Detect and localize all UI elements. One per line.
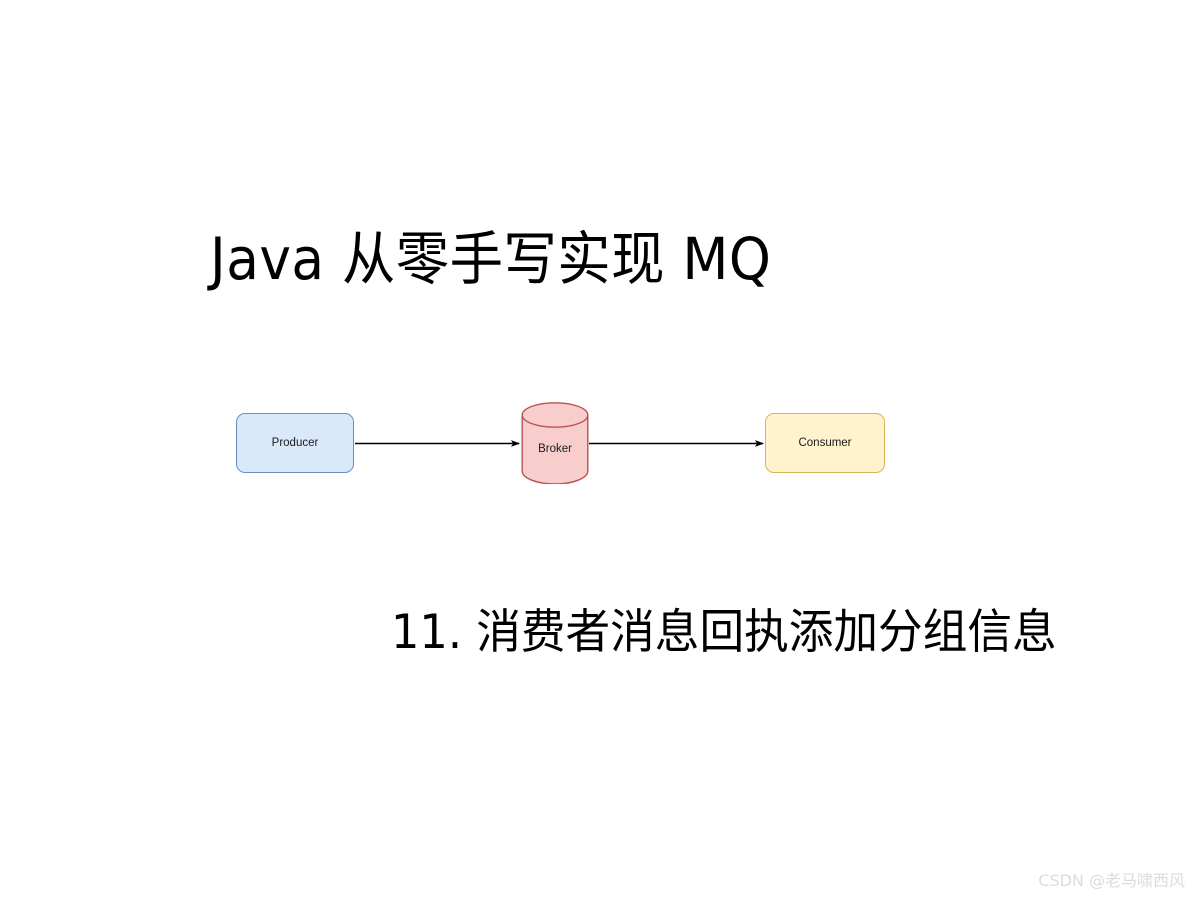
diagram-connectors [355, 440, 764, 447]
cylinder-icon [521, 402, 589, 484]
diagram-node-broker[interactable]: Broker [521, 402, 589, 484]
slide-canvas: Java 从零手写实现 MQ Producer Broker Consumer … [0, 0, 1200, 900]
diagram-node-consumer[interactable]: Consumer [765, 413, 885, 473]
watermark: CSDN @老马啸西风 [1038, 871, 1185, 890]
architecture-diagram: Producer Broker Consumer [0, 0, 1200, 900]
diagram-node-consumer-label: Consumer [798, 437, 852, 449]
page-subtitle: 11. 消费者消息回执添加分组信息 [391, 605, 1057, 660]
diagram-node-producer-label: Producer [271, 437, 319, 449]
diagram-node-producer[interactable]: Producer [236, 413, 354, 473]
